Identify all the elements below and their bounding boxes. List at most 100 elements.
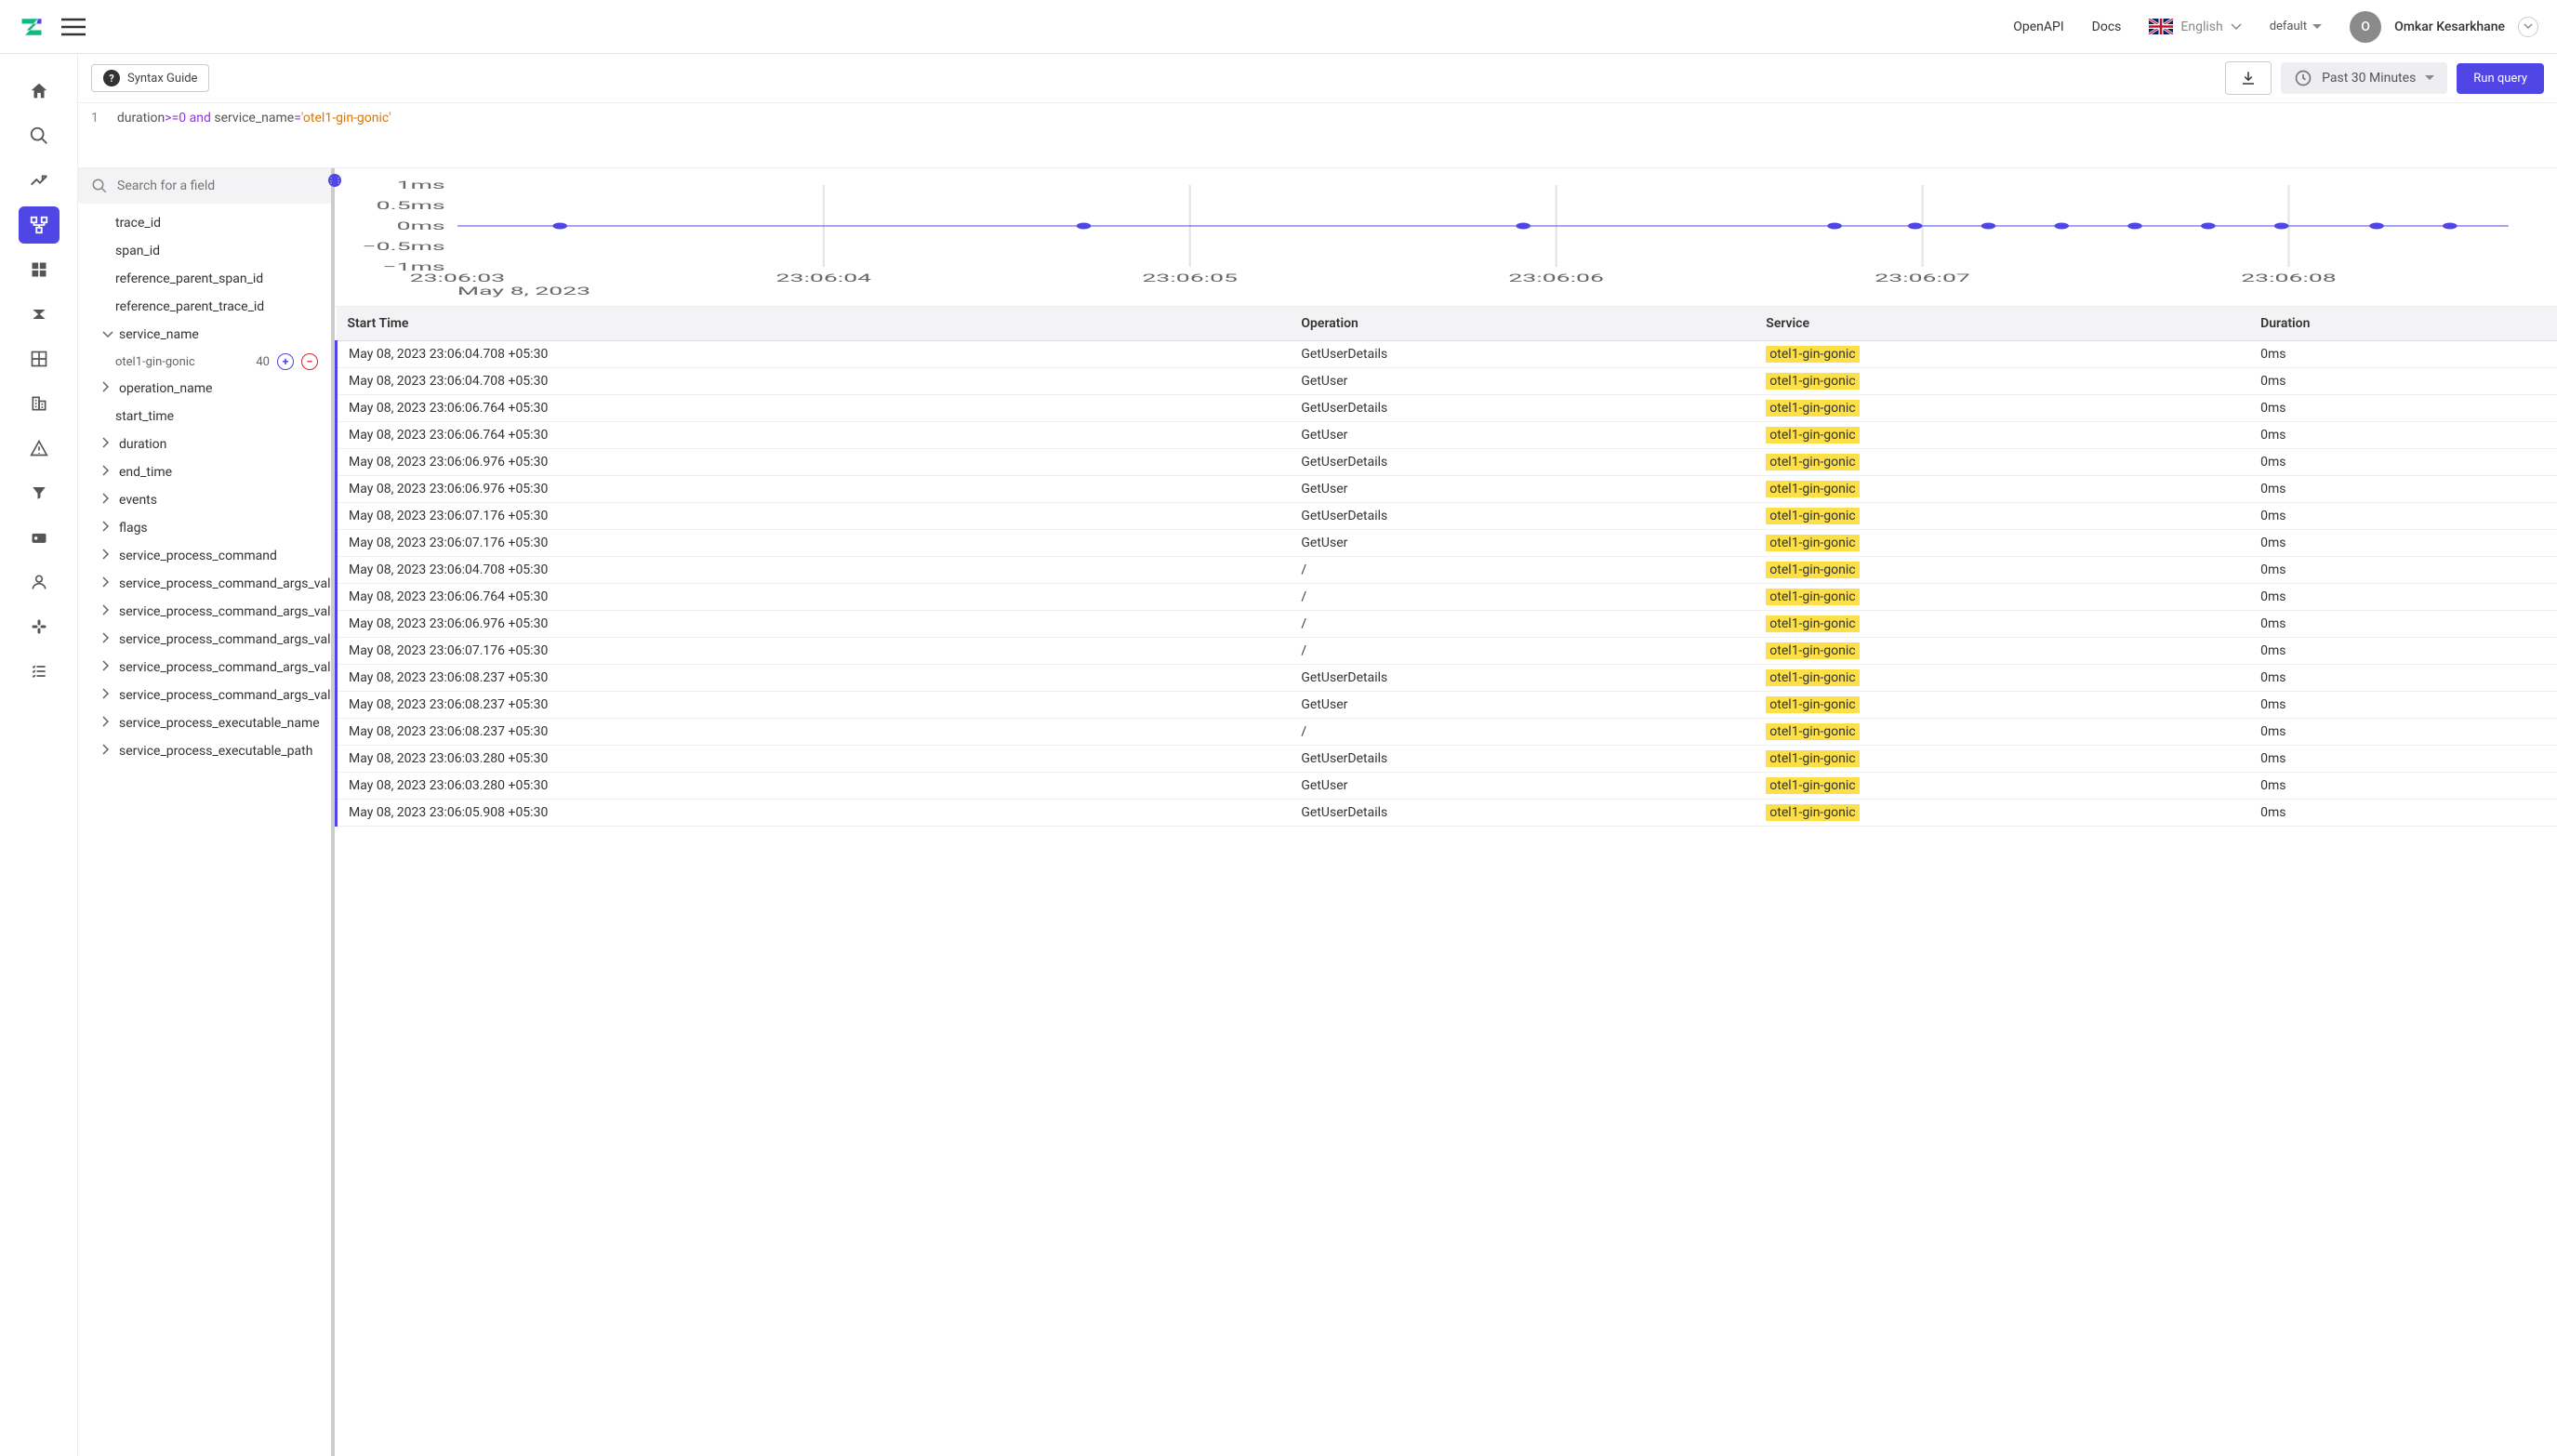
flag-uk-icon xyxy=(2149,19,2173,34)
language-selector[interactable]: English xyxy=(2149,19,2241,34)
field-row[interactable]: events xyxy=(78,486,331,514)
field-row[interactable]: trace_id xyxy=(78,209,331,237)
cell-operation: GetUserDetails xyxy=(1290,503,1755,530)
field-row[interactable]: end_time xyxy=(78,458,331,486)
nav-search[interactable] xyxy=(19,117,60,154)
field-row[interactable]: span_id xyxy=(78,237,331,265)
table-row[interactable]: May 08, 2023 23:06:04.708 +05:30GetUserD… xyxy=(337,341,2557,368)
table-row[interactable]: May 08, 2023 23:06:04.708 +05:30/otel1-g… xyxy=(337,557,2557,584)
syntax-guide-button[interactable]: ? Syntax Guide xyxy=(91,64,209,92)
nav-users[interactable] xyxy=(19,563,60,601)
table-row[interactable]: May 08, 2023 23:06:06.764 +05:30/otel1-g… xyxy=(337,584,2557,611)
table-header[interactable]: Service xyxy=(1755,307,2249,341)
field-value-row[interactable]: otel1-gin-gonic40+− xyxy=(78,349,331,375)
table-row[interactable]: May 08, 2023 23:06:06.976 +05:30GetUsero… xyxy=(337,476,2557,503)
table-header[interactable]: Duration xyxy=(2249,307,2557,341)
nav-filter[interactable] xyxy=(19,474,60,511)
table-row[interactable]: May 08, 2023 23:06:07.176 +05:30GetUserD… xyxy=(337,503,2557,530)
field-label: operation_name xyxy=(119,381,212,396)
field-row[interactable]: service_process_executable_path xyxy=(78,737,331,765)
table-row[interactable]: May 08, 2023 23:06:07.176 +05:30GetUsero… xyxy=(337,530,2557,557)
line-number: 1 xyxy=(91,111,99,160)
user-chevron-icon[interactable] xyxy=(2518,17,2538,37)
nav-organizations[interactable] xyxy=(19,385,60,422)
run-query-button[interactable]: Run query xyxy=(2457,63,2544,94)
nav-tasks[interactable] xyxy=(19,653,60,690)
table-row[interactable]: May 08, 2023 23:06:08.237 +05:30GetUserD… xyxy=(337,665,2557,692)
panel-resize-handle[interactable]: ⋮⋮ xyxy=(328,174,341,187)
cell-operation: GetUser xyxy=(1290,476,1755,503)
chevron-right-icon xyxy=(100,688,112,703)
cell-start: May 08, 2023 23:06:05.908 +05:30 xyxy=(337,800,1291,827)
filter-include-button[interactable]: + xyxy=(277,353,294,370)
field-row[interactable]: service_process_command_args_val... xyxy=(78,598,331,626)
table-row[interactable]: May 08, 2023 23:06:06.976 +05:30GetUserD… xyxy=(337,449,2557,476)
field-row[interactable]: reference_parent_span_id xyxy=(78,265,331,293)
cell-start: May 08, 2023 23:06:06.764 +05:30 xyxy=(337,584,1291,611)
cell-duration: 0ms xyxy=(2249,476,2557,503)
nav-tables[interactable] xyxy=(19,340,60,377)
table-row[interactable]: May 08, 2023 23:06:06.764 +05:30GetUserD… xyxy=(337,395,2557,422)
cell-duration: 0ms xyxy=(2249,368,2557,395)
query-toolbar: ? Syntax Guide Past 30 Minutes Run query xyxy=(78,54,2557,103)
download-button[interactable] xyxy=(2225,61,2272,95)
field-row[interactable]: service_process_command_args_val... xyxy=(78,654,331,682)
query-editor[interactable]: 1 duration>=0 and service_name='otel1-gi… xyxy=(78,103,2557,168)
cell-start: May 08, 2023 23:06:04.708 +05:30 xyxy=(337,341,1291,368)
field-row[interactable]: operation_name xyxy=(78,375,331,403)
field-row[interactable]: service_name xyxy=(78,321,331,349)
nav-home[interactable] xyxy=(19,73,60,110)
nav-billing[interactable] xyxy=(19,519,60,556)
cell-start: May 08, 2023 23:06:08.237 +05:30 xyxy=(337,665,1291,692)
field-row[interactable]: start_time xyxy=(78,403,331,430)
cell-service: otel1-gin-gonic xyxy=(1755,746,2249,773)
clock-icon xyxy=(2294,69,2312,87)
table-row[interactable]: May 08, 2023 23:06:08.237 +05:30/otel1-g… xyxy=(337,719,2557,746)
nav-dashboards[interactable] xyxy=(19,251,60,288)
field-row[interactable]: service_process_command_args_val... xyxy=(78,626,331,654)
field-row[interactable]: reference_parent_trace_id xyxy=(78,293,331,321)
time-range-selector[interactable]: Past 30 Minutes xyxy=(2281,62,2447,94)
nav-slack[interactable] xyxy=(19,608,60,645)
cell-operation: GetUser xyxy=(1290,368,1755,395)
table-header[interactable]: Start Time xyxy=(337,307,1291,341)
chevron-right-icon xyxy=(100,381,112,396)
nav-traces[interactable] xyxy=(19,206,60,244)
filter-exclude-button[interactable]: − xyxy=(301,353,318,370)
table-row[interactable]: May 08, 2023 23:06:03.280 +05:30GetUsero… xyxy=(337,773,2557,800)
table-row[interactable]: May 08, 2023 23:06:07.176 +05:30/otel1-g… xyxy=(337,638,2557,665)
cell-start: May 08, 2023 23:06:03.280 +05:30 xyxy=(337,773,1291,800)
nav-alerts[interactable] xyxy=(19,430,60,467)
table-row[interactable]: May 08, 2023 23:06:08.237 +05:30GetUsero… xyxy=(337,692,2557,719)
table-row[interactable]: May 08, 2023 23:06:06.976 +05:30/otel1-g… xyxy=(337,611,2557,638)
nav-functions[interactable] xyxy=(19,296,60,333)
chevron-right-icon xyxy=(100,716,112,731)
table-row[interactable]: May 08, 2023 23:06:04.708 +05:30GetUsero… xyxy=(337,368,2557,395)
menu-icon[interactable] xyxy=(61,18,86,36)
user-menu[interactable]: O Omkar Kesarkhane xyxy=(2350,11,2538,43)
traces-table-wrap[interactable]: Start TimeOperationServiceDuration May 0… xyxy=(335,307,2557,1456)
cell-service: otel1-gin-gonic xyxy=(1755,665,2249,692)
table-row[interactable]: May 08, 2023 23:06:03.280 +05:30GetUserD… xyxy=(337,746,2557,773)
cell-start: May 08, 2023 23:06:06.976 +05:30 xyxy=(337,449,1291,476)
fields-search-input[interactable] xyxy=(117,179,318,193)
docs-link[interactable]: Docs xyxy=(2092,20,2122,34)
cell-operation: / xyxy=(1290,638,1755,665)
field-row[interactable]: duration xyxy=(78,430,331,458)
nav-metrics[interactable] xyxy=(19,162,60,199)
field-row[interactable]: service_process_command xyxy=(78,542,331,570)
svg-text:23:06:03: 23:06:03 xyxy=(410,272,506,285)
fields-search[interactable] xyxy=(78,168,331,204)
table-header[interactable]: Operation xyxy=(1290,307,1755,341)
field-row[interactable]: flags xyxy=(78,514,331,542)
field-row[interactable]: service_process_command_args_val... xyxy=(78,570,331,598)
table-row[interactable]: May 08, 2023 23:06:05.908 +05:30GetUserD… xyxy=(337,800,2557,827)
field-row[interactable]: service_process_executable_name xyxy=(78,709,331,737)
cell-duration: 0ms xyxy=(2249,584,2557,611)
table-row[interactable]: May 08, 2023 23:06:06.764 +05:30GetUsero… xyxy=(337,422,2557,449)
openapi-link[interactable]: OpenAPI xyxy=(2013,20,2063,34)
field-label: service_process_executable_path xyxy=(119,744,312,759)
field-row[interactable]: service_process_command_args_val... xyxy=(78,682,331,709)
cell-duration: 0ms xyxy=(2249,611,2557,638)
team-selector[interactable]: default xyxy=(2270,20,2322,33)
